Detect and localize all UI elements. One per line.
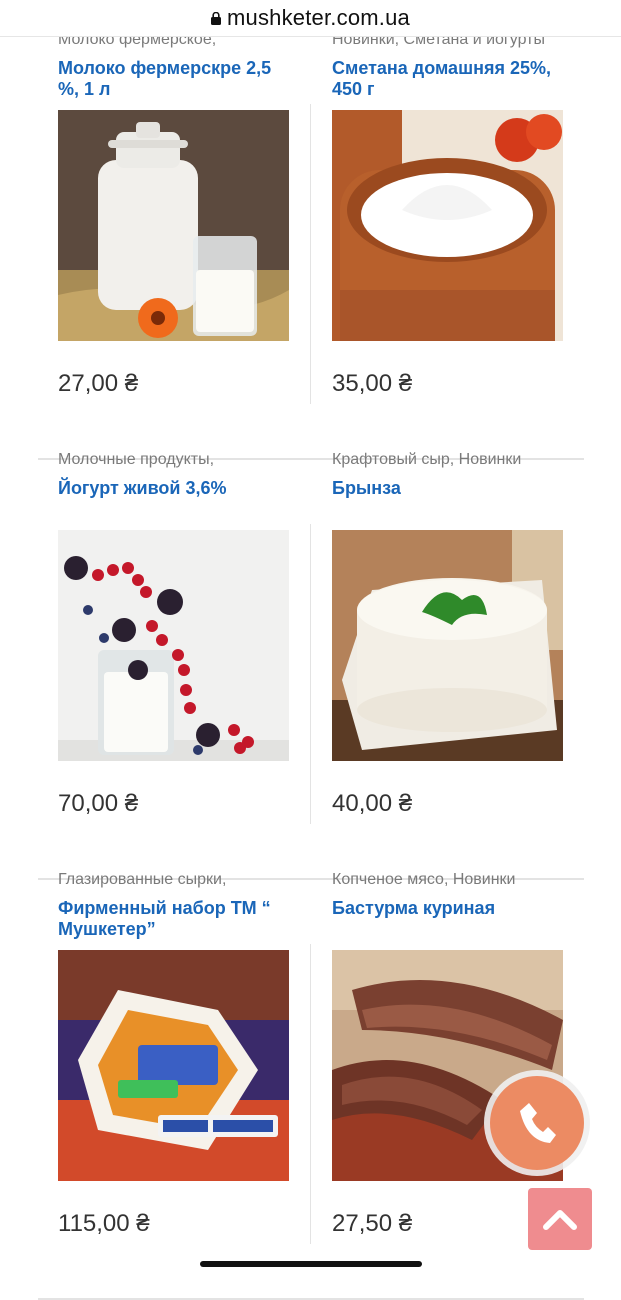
product-price: 27,50 ₴ xyxy=(332,1210,413,1237)
product-title[interactable]: Фирменный набор ТМ “ Мушкетер” xyxy=(58,898,290,940)
chevron-up-icon xyxy=(543,1210,577,1230)
product-category[interactable]: Крафтовый сыр, Новинки xyxy=(332,451,521,469)
product-row: Молоко фермерское, Молоко фермерскре 2,5… xyxy=(38,31,584,460)
phone-icon xyxy=(520,1103,556,1143)
home-indicator[interactable] xyxy=(200,1261,422,1267)
product-card[interactable]: Молоко фермерское, Молоко фермерскре 2,5… xyxy=(58,31,290,460)
product-card[interactable]: Крафтовый сыр, Новинки Брынза 40,00 ₴ xyxy=(332,451,564,880)
call-button[interactable] xyxy=(490,1076,584,1170)
scroll-to-top-button[interactable] xyxy=(528,1188,592,1250)
product-image-milk[interactable] xyxy=(58,110,289,341)
product-title[interactable]: Брынза xyxy=(332,478,564,499)
product-title[interactable]: Сметана домашняя 25%, 450 г xyxy=(332,58,564,100)
product-price: 35,00 ₴ xyxy=(332,370,413,397)
lock-icon xyxy=(211,11,222,25)
product-title[interactable]: Молоко фермерскре 2,5 %, 1 л xyxy=(58,58,290,100)
product-image-gift-set[interactable] xyxy=(58,950,289,1181)
product-title[interactable]: Бастурма куриная xyxy=(332,898,564,919)
product-row: Молочные продукты, Йогурт живой 3,6% 70,… xyxy=(38,451,584,880)
address-bar[interactable]: mushketer.com.ua xyxy=(0,0,621,37)
product-image-sour-cream[interactable] xyxy=(332,110,563,341)
product-category[interactable]: Копченое мясо, Новинки xyxy=(332,871,516,889)
url-domain: mushketer.com.ua xyxy=(227,5,410,30)
product-card[interactable]: Глазированные сырки, Фирменный набор ТМ … xyxy=(58,871,290,1300)
product-price: 40,00 ₴ xyxy=(332,790,413,817)
product-category[interactable]: Глазированные сырки, xyxy=(58,871,226,889)
product-card[interactable]: Молочные продукты, Йогурт живой 3,6% 70,… xyxy=(58,451,290,880)
product-card[interactable]: Новинки, Сметана и йогурты Сметана домаш… xyxy=(332,31,564,460)
product-category[interactable]: Молочные продукты, xyxy=(58,451,214,469)
product-title[interactable]: Йогурт живой 3,6% xyxy=(58,478,290,499)
product-price: 115,00 ₴ xyxy=(58,1210,150,1237)
product-image-brynza[interactable] xyxy=(332,530,563,761)
product-price: 27,00 ₴ xyxy=(58,370,139,397)
product-image-yogurt[interactable] xyxy=(58,530,289,761)
product-price: 70,00 ₴ xyxy=(58,790,139,817)
